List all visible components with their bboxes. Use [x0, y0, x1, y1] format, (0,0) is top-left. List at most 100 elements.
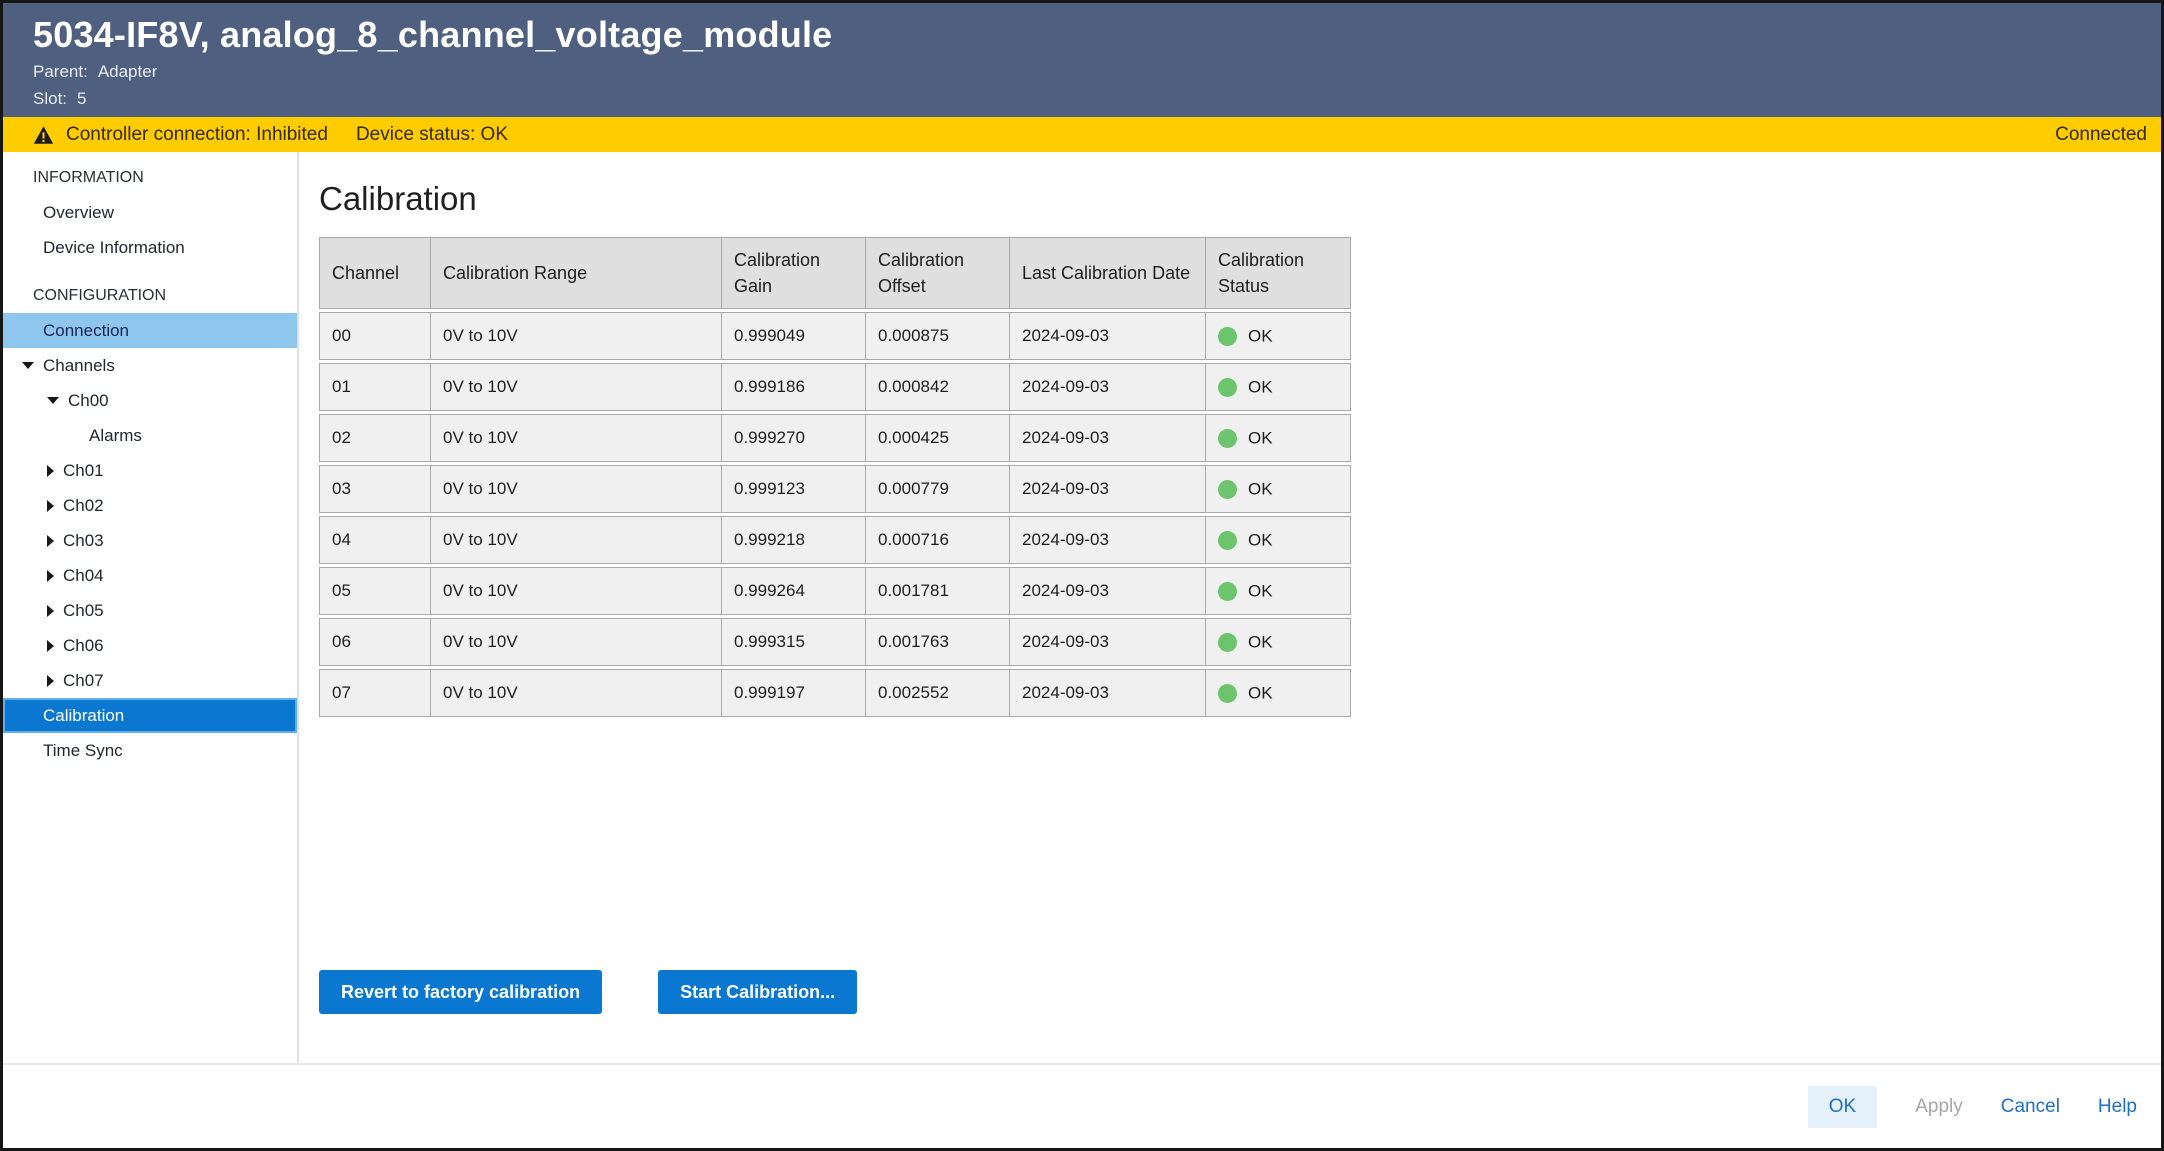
sidebar-item-ch07[interactable]: Ch07	[3, 663, 297, 698]
cell-gain: 0.999186	[722, 363, 866, 411]
cell-range: 0V to 10V	[431, 465, 722, 513]
chevron-right-icon[interactable]	[47, 605, 54, 617]
status-ok-icon	[1218, 327, 1237, 346]
section-heading: Calibration	[319, 179, 2161, 219]
device-status: Device status: OK	[356, 124, 508, 146]
sidebar-item-ch03[interactable]: Ch03	[3, 523, 297, 558]
chevron-right-icon[interactable]	[47, 640, 54, 652]
start-calibration-button[interactable]: Start Calibration...	[658, 970, 857, 1014]
sidebar-item-ch02[interactable]: Ch02	[3, 488, 297, 523]
parent-row: Parent: Adapter	[33, 62, 2131, 82]
revert-factory-calibration-button[interactable]: Revert to factory calibration	[319, 970, 602, 1014]
parent-label: Parent:	[33, 62, 88, 81]
status-text: OK	[1248, 683, 1273, 702]
col-header-offset: Calibration Offset	[866, 237, 1010, 309]
cell-status: OK	[1206, 618, 1351, 666]
cell-channel: 05	[319, 567, 431, 615]
cell-gain: 0.999197	[722, 669, 866, 717]
cell-range: 0V to 10V	[431, 618, 722, 666]
help-button[interactable]: Help	[2098, 1096, 2137, 1118]
status-ok-icon	[1218, 480, 1237, 499]
table-row: 00 0V to 10V 0.999049 0.000875 2024-09-0…	[319, 312, 1351, 360]
cell-date: 2024-09-03	[1010, 363, 1206, 411]
cell-status: OK	[1206, 516, 1351, 564]
cell-gain: 0.999049	[722, 312, 866, 360]
title-bar: 5034-IF8V, analog_8_channel_voltage_modu…	[3, 3, 2161, 117]
table-row: 03 0V to 10V 0.999123 0.000779 2024-09-0…	[319, 465, 1351, 513]
connected-badge: Connected	[2055, 124, 2147, 146]
cell-date: 2024-09-03	[1010, 567, 1206, 615]
sidebar-section-information: INFORMATION	[3, 160, 297, 195]
sidebar-item-label: Ch03	[63, 531, 104, 551]
status-ok-icon	[1218, 531, 1237, 550]
cell-channel: 03	[319, 465, 431, 513]
cell-channel: 06	[319, 618, 431, 666]
status-ok-icon	[1218, 429, 1237, 448]
sidebar-item-connection[interactable]: Connection	[3, 313, 297, 348]
sidebar-item-label: Ch04	[63, 566, 104, 586]
parent-value: Adapter	[98, 62, 158, 81]
chevron-down-icon[interactable]	[47, 397, 59, 404]
sidebar-item-ch01[interactable]: Ch01	[3, 453, 297, 488]
slot-row: Slot:5	[33, 89, 2131, 109]
cell-range: 0V to 10V	[431, 363, 722, 411]
cancel-button[interactable]: Cancel	[2001, 1096, 2060, 1118]
chevron-right-icon[interactable]	[47, 675, 54, 687]
cell-range: 0V to 10V	[431, 516, 722, 564]
sidebar-item-ch06[interactable]: Ch06	[3, 628, 297, 663]
cell-offset: 0.000842	[866, 363, 1010, 411]
body: INFORMATION Overview Device Information …	[3, 152, 2161, 1063]
sidebar-item-time-sync[interactable]: Time Sync	[3, 733, 297, 768]
cell-gain: 0.999270	[722, 414, 866, 462]
chevron-right-icon[interactable]	[47, 465, 54, 477]
alert-bar: Controller connection: Inhibited Device …	[3, 117, 2161, 152]
table-row: 04 0V to 10V 0.999218 0.000716 2024-09-0…	[319, 516, 1351, 564]
cell-channel: 07	[319, 669, 431, 717]
sidebar-item-label: Ch05	[63, 601, 104, 621]
chevron-right-icon[interactable]	[47, 570, 54, 582]
controller-connection-status: Controller connection: Inhibited	[66, 124, 328, 146]
cell-range: 0V to 10V	[431, 414, 722, 462]
chevron-down-icon[interactable]	[22, 362, 34, 369]
slot-value: 5	[77, 89, 86, 108]
sidebar-item-calibration[interactable]: Calibration	[3, 698, 297, 733]
sidebar-item-channels[interactable]: Channels	[3, 348, 297, 383]
cell-gain: 0.999264	[722, 567, 866, 615]
sidebar-item-device-information[interactable]: Device Information	[3, 230, 297, 265]
status-ok-icon	[1218, 633, 1237, 652]
col-header-gain: Calibration Gain	[722, 237, 866, 309]
status-text: OK	[1248, 632, 1273, 651]
cell-date: 2024-09-03	[1010, 312, 1206, 360]
sidebar-item-overview[interactable]: Overview	[3, 195, 297, 230]
status-text: OK	[1248, 479, 1273, 498]
sidebar-section-configuration: CONFIGURATION	[3, 278, 297, 313]
sidebar-item-ch04[interactable]: Ch04	[3, 558, 297, 593]
ok-button[interactable]: OK	[1808, 1086, 1877, 1128]
cell-range: 0V to 10V	[431, 567, 722, 615]
module-properties-window: 5034-IF8V, analog_8_channel_voltage_modu…	[0, 0, 2164, 1151]
chevron-right-icon[interactable]	[47, 500, 54, 512]
sidebar-item-label: Ch07	[63, 671, 104, 691]
cell-status: OK	[1206, 414, 1351, 462]
cell-offset: 0.000779	[866, 465, 1010, 513]
cell-offset: 0.001763	[866, 618, 1010, 666]
sidebar-item-ch00[interactable]: Ch00	[3, 383, 297, 418]
sidebar-item-ch05[interactable]: Ch05	[3, 593, 297, 628]
cell-offset: 0.000875	[866, 312, 1010, 360]
cell-status: OK	[1206, 669, 1351, 717]
apply-button[interactable]: Apply	[1915, 1096, 1963, 1118]
col-header-date: Last Calibration Date	[1010, 237, 1206, 309]
page-title: 5034-IF8V, analog_8_channel_voltage_modu…	[33, 15, 2131, 55]
chevron-right-icon[interactable]	[47, 535, 54, 547]
cell-channel: 00	[319, 312, 431, 360]
status-text: OK	[1248, 581, 1273, 600]
action-button-row: Revert to factory calibration Start Cali…	[319, 970, 2161, 1014]
cell-range: 0V to 10V	[431, 312, 722, 360]
table-row: 02 0V to 10V 0.999270 0.000425 2024-09-0…	[319, 414, 1351, 462]
cell-channel: 01	[319, 363, 431, 411]
table-row: 07 0V to 10V 0.999197 0.002552 2024-09-0…	[319, 669, 1351, 717]
cell-gain: 0.999123	[722, 465, 866, 513]
status-text: OK	[1248, 428, 1273, 447]
sidebar-item-alarms[interactable]: Alarms	[3, 418, 297, 453]
dialog-footer: OK Apply Cancel Help	[3, 1063, 2161, 1148]
